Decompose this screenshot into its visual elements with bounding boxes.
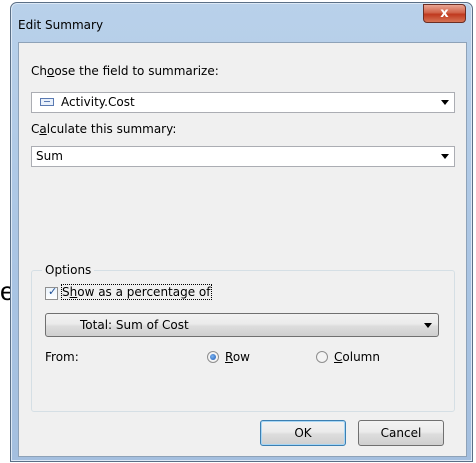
dropdown-arrow-icon [441, 100, 449, 105]
percentage-target-dropdown[interactable]: Total: Sum of Cost [45, 313, 439, 337]
calc-label: Calculate this summary: [31, 122, 177, 136]
row-radio-label[interactable]: Row [225, 350, 250, 364]
show-percentage-label[interactable]: Show as a percentage of [61, 284, 212, 300]
close-icon: x [440, 6, 449, 21]
field-label: Choose the field to summarize: [31, 64, 219, 78]
from-label: From: [45, 350, 79, 364]
percentage-target-value: Total: Sum of Cost [80, 318, 189, 332]
title-bar[interactable]: Edit Summary x [11, 3, 472, 33]
edit-summary-dialog: Edit Summary x Choose the field to summa… [10, 2, 473, 462]
close-button[interactable]: x [423, 4, 466, 23]
column-radio[interactable] [316, 351, 328, 363]
field-dropdown[interactable]: Activity.Cost [31, 92, 455, 113]
dropdown-arrow-icon [441, 154, 449, 159]
calc-dropdown-value: Sum [36, 149, 63, 163]
checkmark-icon: ✓ [48, 285, 58, 298]
field-icon [40, 98, 54, 106]
radio-selected-icon [210, 354, 216, 360]
dropdown-arrow-icon [424, 323, 432, 328]
show-percentage-checkbox[interactable]: ✓ [45, 285, 58, 300]
field-dropdown-value: Activity.Cost [61, 95, 135, 109]
options-group: Options ✓ Show as a percentage of Total:… [31, 263, 455, 412]
options-legend: Options [42, 263, 95, 277]
dialog-body: Choose the field to summarize: Activity.… [18, 42, 467, 457]
dialog-title: Edit Summary [18, 18, 104, 32]
column-radio-label[interactable]: Column [334, 350, 380, 364]
row-radio[interactable] [207, 351, 219, 363]
calc-dropdown[interactable]: Sum [31, 146, 455, 167]
ok-button[interactable]: OK [260, 420, 346, 446]
cancel-button[interactable]: Cancel [358, 420, 444, 446]
